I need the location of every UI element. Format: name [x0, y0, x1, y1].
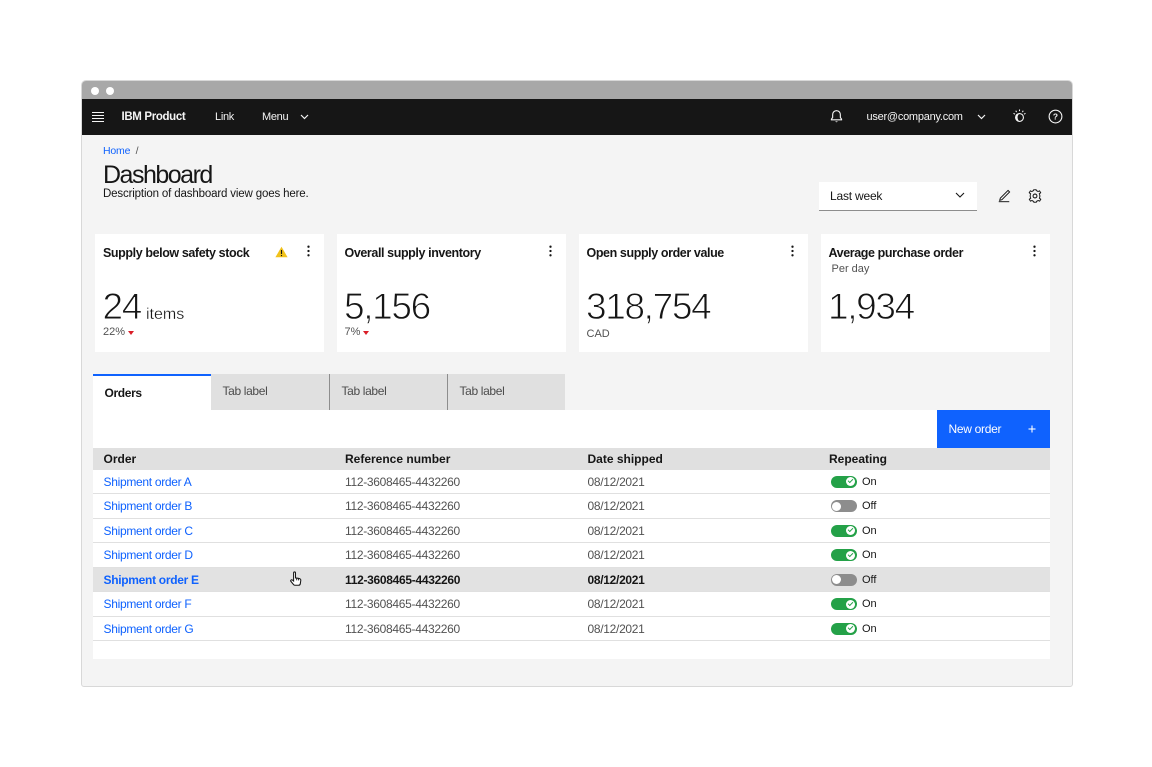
- svg-text:?: ?: [1053, 112, 1058, 122]
